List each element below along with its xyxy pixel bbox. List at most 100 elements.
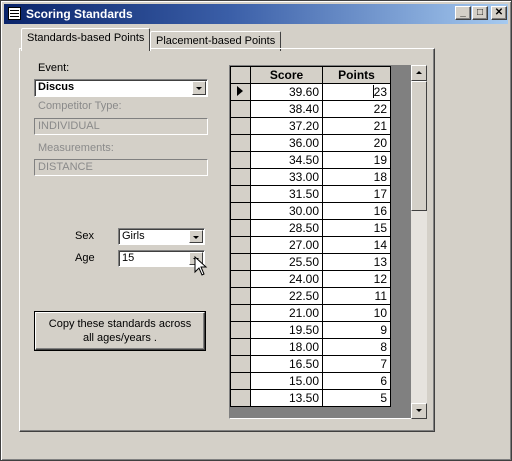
- table-row[interactable]: 27.00 14: [230, 236, 391, 254]
- column-header-points[interactable]: Points: [322, 66, 391, 84]
- points-cell[interactable]: 11: [322, 287, 391, 305]
- record-selector[interactable]: [230, 236, 251, 254]
- points-cell[interactable]: 10: [322, 304, 391, 322]
- competitor-type-field: INDIVIDUAL: [34, 118, 208, 135]
- score-cell[interactable]: 38.40: [250, 100, 323, 118]
- points-cell[interactable]: 17: [322, 185, 391, 203]
- close-button[interactable]: ✕: [491, 6, 507, 20]
- grid-vertical-scrollbar[interactable]: [411, 65, 427, 419]
- record-selector[interactable]: [230, 321, 251, 339]
- chevron-down-icon[interactable]: [192, 81, 206, 95]
- event-combobox[interactable]: Discus: [34, 79, 208, 97]
- points-cell[interactable]: 23: [322, 83, 391, 101]
- record-selector[interactable]: [230, 134, 251, 152]
- maximize-button[interactable]: □: [472, 6, 488, 20]
- score-cell[interactable]: 22.50: [250, 287, 323, 305]
- tab-standards-based-points[interactable]: Standards-based Points: [21, 28, 151, 51]
- record-selector[interactable]: [230, 83, 251, 101]
- record-selector[interactable]: [230, 151, 251, 169]
- record-selector[interactable]: [230, 338, 251, 356]
- points-cell[interactable]: 13: [322, 253, 391, 271]
- table-row[interactable]: 30.00 16: [230, 202, 391, 220]
- score-cell[interactable]: 16.50: [250, 355, 323, 373]
- chevron-down-icon[interactable]: [189, 230, 203, 243]
- table-row[interactable]: 31.50 17: [230, 185, 391, 203]
- score-cell[interactable]: 19.50: [250, 321, 323, 339]
- score-cell[interactable]: 37.20: [250, 117, 323, 135]
- points-cell[interactable]: 21: [322, 117, 391, 135]
- table-row[interactable]: 16.50 7: [230, 355, 391, 373]
- record-selector[interactable]: [230, 270, 251, 288]
- table-row[interactable]: 18.00 8: [230, 338, 391, 356]
- record-selector[interactable]: [230, 117, 251, 135]
- record-selector[interactable]: [230, 185, 251, 203]
- score-cell[interactable]: 33.00: [250, 168, 323, 186]
- age-combobox[interactable]: 15: [118, 250, 205, 267]
- table-row[interactable]: 37.20 21: [230, 117, 391, 135]
- table-row[interactable]: 38.40 22: [230, 100, 391, 118]
- points-cell[interactable]: 9: [322, 321, 391, 339]
- table-row[interactable]: 24.00 12: [230, 270, 391, 288]
- table-row[interactable]: 34.50 19: [230, 151, 391, 169]
- title-bar[interactable]: Scoring Standards _ □ ✕: [4, 4, 508, 24]
- table-row[interactable]: 33.00 18: [230, 168, 391, 186]
- record-selector[interactable]: [230, 253, 251, 271]
- record-selector[interactable]: [230, 287, 251, 305]
- table-row[interactable]: 25.50 13: [230, 253, 391, 271]
- points-cell[interactable]: 14: [322, 236, 391, 254]
- event-value: Discus: [38, 81, 75, 93]
- score-cell[interactable]: 28.50: [250, 219, 323, 237]
- minimize-button[interactable]: _: [455, 6, 471, 20]
- sex-combobox[interactable]: Girls: [118, 228, 205, 245]
- copy-standards-button[interactable]: Copy these standards across all ages/yea…: [35, 312, 205, 350]
- record-selector[interactable]: [230, 389, 251, 407]
- table-row[interactable]: 21.00 10: [230, 304, 391, 322]
- table-row[interactable]: 19.50 9: [230, 321, 391, 339]
- points-cell[interactable]: 15: [322, 219, 391, 237]
- points-cell[interactable]: 12: [322, 270, 391, 288]
- table-row[interactable]: 28.50 15: [230, 219, 391, 237]
- age-value: 15: [122, 252, 135, 264]
- score-cell[interactable]: 39.60: [250, 83, 323, 101]
- table-row[interactable]: 36.00 20: [230, 134, 391, 152]
- score-cell[interactable]: 31.50: [250, 185, 323, 203]
- score-cell[interactable]: 36.00: [250, 134, 323, 152]
- table-row[interactable]: 39.60 23: [230, 83, 391, 101]
- record-selector[interactable]: [230, 100, 251, 118]
- points-value: 23: [373, 85, 387, 99]
- points-cell[interactable]: 22: [322, 100, 391, 118]
- table-row[interactable]: 13.50 5: [230, 389, 391, 407]
- record-selector[interactable]: [230, 168, 251, 186]
- score-cell[interactable]: 34.50: [250, 151, 323, 169]
- column-header-score[interactable]: Score: [250, 66, 323, 84]
- points-cell[interactable]: 5: [322, 389, 391, 407]
- table-row[interactable]: 22.50 11: [230, 287, 391, 305]
- score-cell[interactable]: 27.00: [250, 236, 323, 254]
- scroll-up-icon[interactable]: [411, 65, 427, 81]
- scroll-thumb[interactable]: [411, 81, 427, 211]
- record-selector[interactable]: [230, 372, 251, 390]
- record-selector[interactable]: [230, 202, 251, 220]
- standards-table: Score Points 39.60 23 38.40 22 37.20 21 36…: [230, 66, 391, 407]
- scroll-down-icon[interactable]: [411, 403, 427, 419]
- points-cell[interactable]: 8: [322, 338, 391, 356]
- score-cell[interactable]: 18.00: [250, 338, 323, 356]
- table-row[interactable]: 15.00 6: [230, 372, 391, 390]
- record-selector[interactable]: [230, 219, 251, 237]
- points-cell[interactable]: 18: [322, 168, 391, 186]
- record-selector[interactable]: [230, 355, 251, 373]
- score-cell[interactable]: 13.50: [250, 389, 323, 407]
- score-cell[interactable]: 30.00: [250, 202, 323, 220]
- points-cell[interactable]: 20: [322, 134, 391, 152]
- points-cell[interactable]: 7: [322, 355, 391, 373]
- competitor-type-value: INDIVIDUAL: [38, 120, 100, 132]
- record-selector[interactable]: [230, 304, 251, 322]
- score-cell[interactable]: 15.00: [250, 372, 323, 390]
- points-cell[interactable]: 6: [322, 372, 391, 390]
- score-cell[interactable]: 21.00: [250, 304, 323, 322]
- score-cell[interactable]: 24.00: [250, 270, 323, 288]
- score-cell[interactable]: 25.50: [250, 253, 323, 271]
- points-cell[interactable]: 19: [322, 151, 391, 169]
- points-cell[interactable]: 16: [322, 202, 391, 220]
- standards-grid: Score Points 39.60 23 38.40 22 37.20 21 36…: [229, 65, 425, 419]
